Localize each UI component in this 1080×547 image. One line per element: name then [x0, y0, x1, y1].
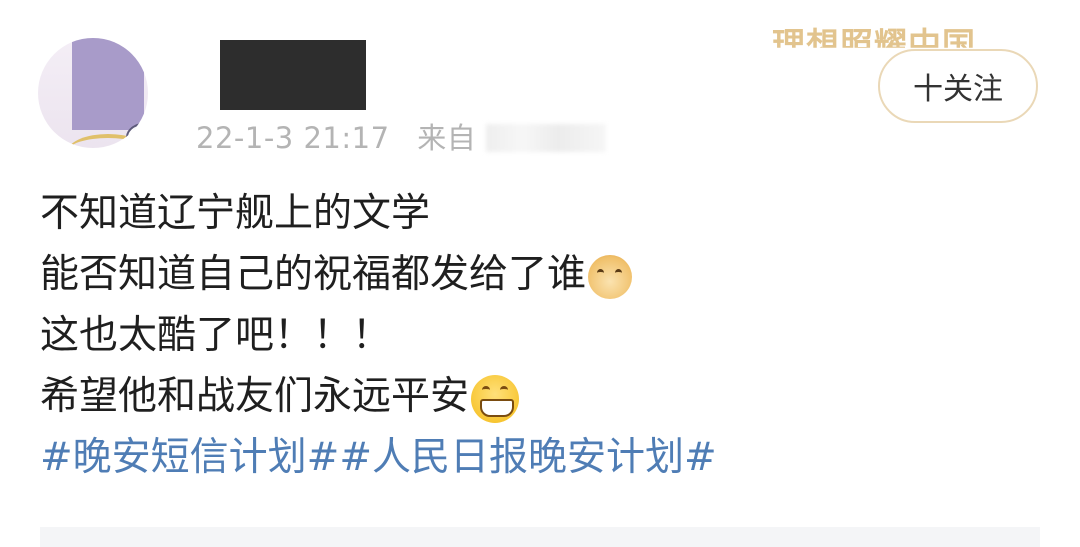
- post-line-1: 不知道辽宁舰上的文学: [40, 191, 431, 236]
- post-line-4: 希望他和战友们永远平安: [40, 366, 717, 427]
- post-line-2: 能否知道自己的祝福都发给了谁: [40, 244, 717, 305]
- grinning-emoji-icon: [471, 374, 520, 423]
- user-avatar[interactable]: [38, 38, 148, 148]
- post-line-3: 这也太酷了吧！！！: [40, 313, 392, 358]
- username-redacted[interactable]: [220, 40, 366, 110]
- post-time: 22-1-3 21:17: [196, 121, 390, 155]
- post-source-blurred: [486, 124, 607, 152]
- post-source-label: 来自: [417, 121, 477, 155]
- post-hashtags[interactable]: #晚安短信计划##人民日报晚安计划#: [40, 427, 717, 488]
- avatar-art-panel: [72, 38, 144, 130]
- doge-emoji-icon: [588, 254, 633, 299]
- post-meta: 22-1-3 21:17 来自: [196, 115, 607, 157]
- post-line-4-text: 希望他和战友们永远平安: [40, 374, 470, 419]
- follow-button[interactable]: 十关注: [878, 49, 1038, 123]
- follow-button-label: 十关注: [913, 72, 1003, 107]
- bottom-divider-bar: [40, 527, 1040, 547]
- post-line-2-text: 能否知道自己的祝福都发给了谁: [40, 252, 587, 297]
- post-content: 不知道辽宁舰上的文学 能否知道自己的祝福都发给了谁 这也太酷了吧！！！ 希望他和…: [40, 183, 717, 488]
